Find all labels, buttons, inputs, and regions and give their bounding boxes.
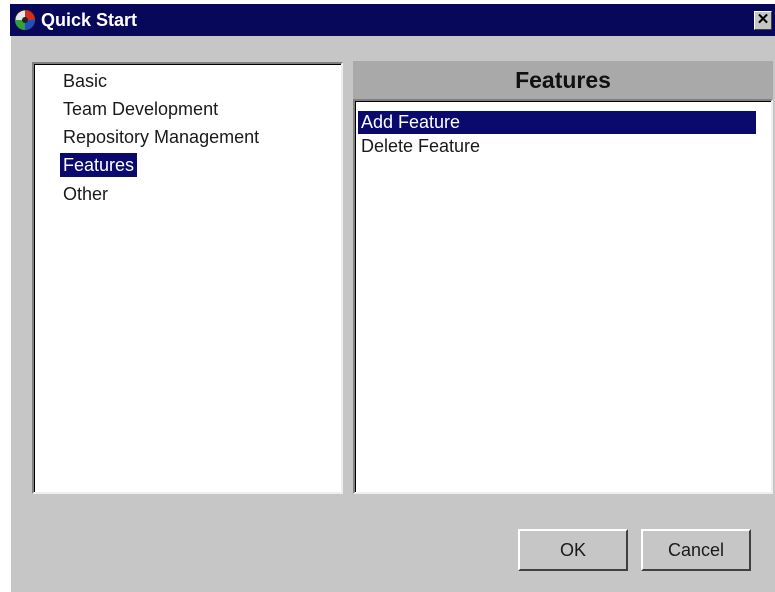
category-list-inner: Basic Team Development Repository Manage… <box>34 64 341 492</box>
category-item-repository-management[interactable]: Repository Management <box>60 125 262 149</box>
dialog-title: Quick Start <box>41 10 138 30</box>
app-icon <box>14 9 36 31</box>
category-item-features[interactable]: Features <box>60 153 138 177</box>
close-icon: ✕ <box>756 11 770 28</box>
category-item-team-development[interactable]: Team Development <box>60 97 221 121</box>
category-item-basic[interactable]: Basic <box>60 69 110 93</box>
category-item-other[interactable]: Other <box>60 182 111 206</box>
feature-list[interactable]: Add Feature Delete Feature <box>353 99 773 494</box>
quick-start-dialog: Quick Start ✕ Basic Team Development Rep… <box>10 4 775 592</box>
ok-button[interactable]: OK <box>518 529 628 571</box>
cancel-button[interactable]: Cancel <box>641 529 751 571</box>
category-list[interactable]: Basic Team Development Repository Manage… <box>32 62 343 494</box>
feature-list-inner: Add Feature Delete Feature <box>355 101 771 492</box>
close-button[interactable]: ✕ <box>754 11 772 30</box>
feature-item-delete[interactable]: Delete Feature <box>358 135 483 158</box>
features-panel-header: Features <box>353 61 773 99</box>
feature-item-add[interactable]: Add Feature <box>358 111 756 134</box>
title-bar[interactable]: Quick Start ✕ <box>10 4 775 36</box>
